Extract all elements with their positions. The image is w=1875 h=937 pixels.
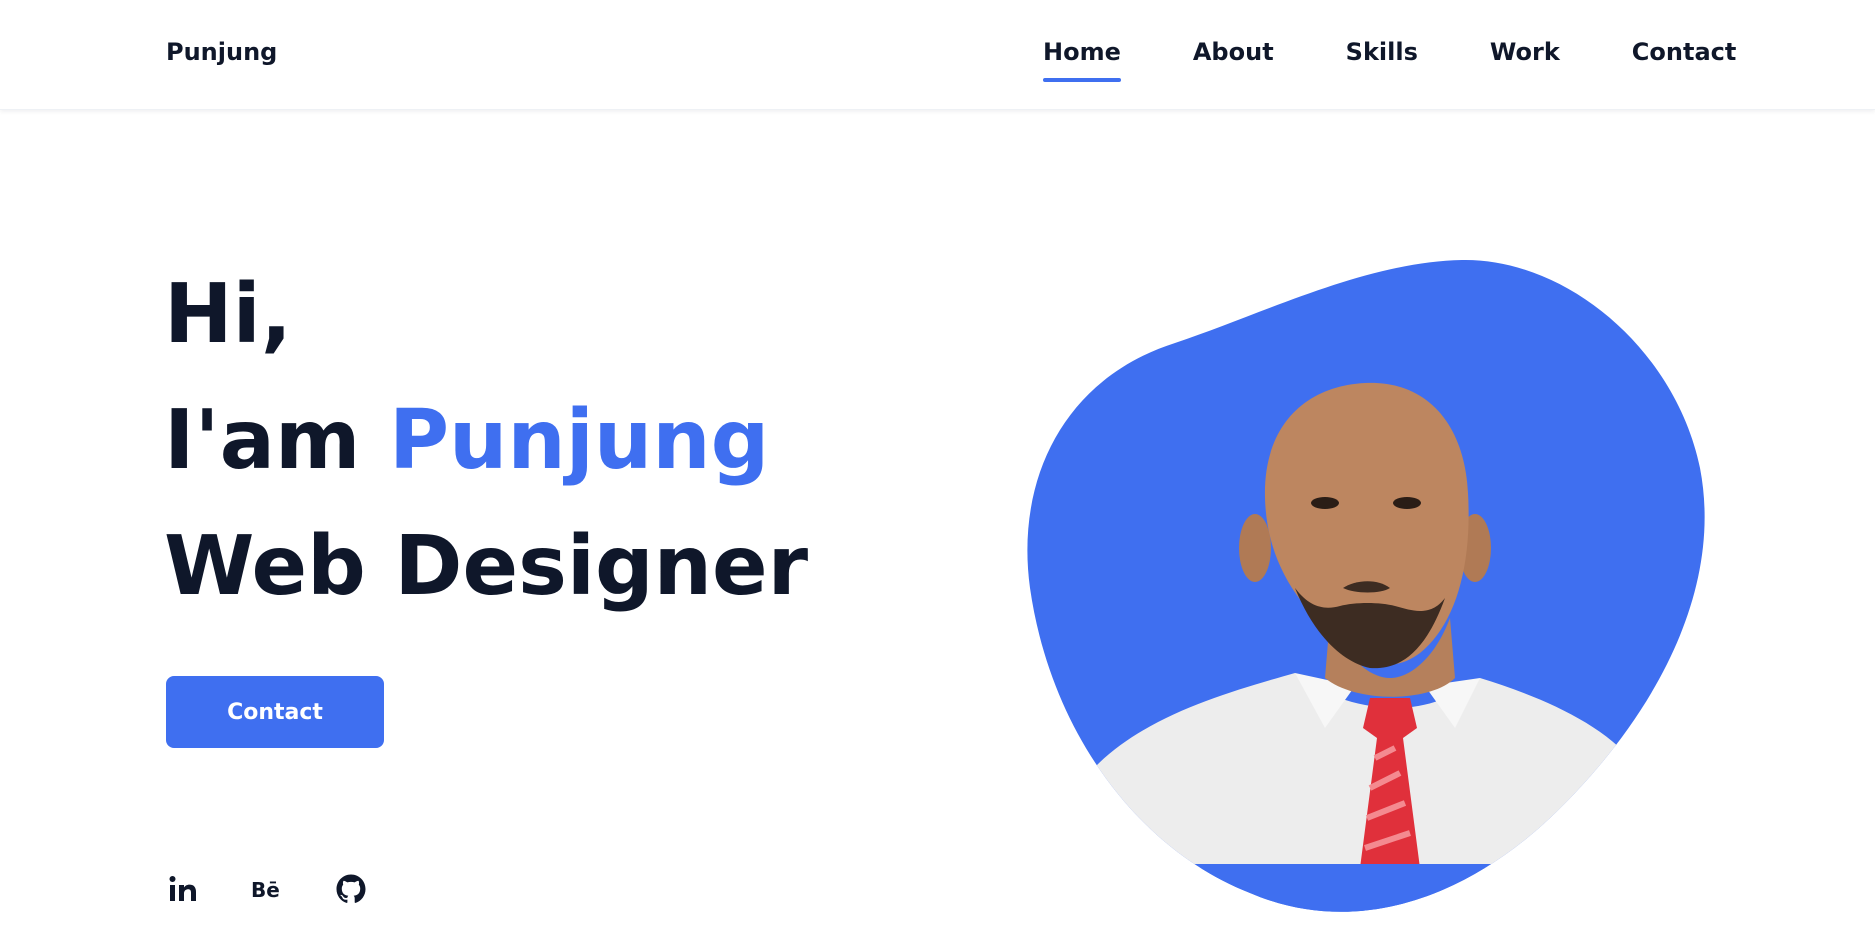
site-header: Punjung Home About Skills Work Contact xyxy=(0,0,1875,110)
behance-icon[interactable]: Bē xyxy=(250,872,284,906)
nav-link-contact[interactable]: Contact xyxy=(1632,38,1737,66)
nav-link-home[interactable]: Home xyxy=(1043,38,1121,82)
main-nav: Home About Skills Work Contact xyxy=(1043,38,1737,82)
social-links: Bē xyxy=(166,872,368,906)
site-logo[interactable]: Punjung xyxy=(166,38,277,66)
hero-name: Punjung xyxy=(388,393,770,488)
hero-greeting: Hi, xyxy=(164,267,292,362)
github-icon[interactable] xyxy=(334,872,368,906)
hero-title: Hi, I'am Punjung Web Designer xyxy=(164,252,808,630)
nav-link-work[interactable]: Work xyxy=(1490,38,1560,66)
hero-intro-prefix: I'am xyxy=(164,393,389,488)
contact-button[interactable]: Contact xyxy=(166,676,384,748)
hero-intro: I'am Punjung xyxy=(164,378,808,504)
profile-photo xyxy=(1027,259,1705,912)
behance-label: Bē xyxy=(251,878,280,902)
hero-role: Web Designer xyxy=(164,519,809,614)
nav-link-about[interactable]: About xyxy=(1193,38,1274,66)
nav-link-skills[interactable]: Skills xyxy=(1346,38,1418,66)
linkedin-icon[interactable] xyxy=(166,872,200,906)
